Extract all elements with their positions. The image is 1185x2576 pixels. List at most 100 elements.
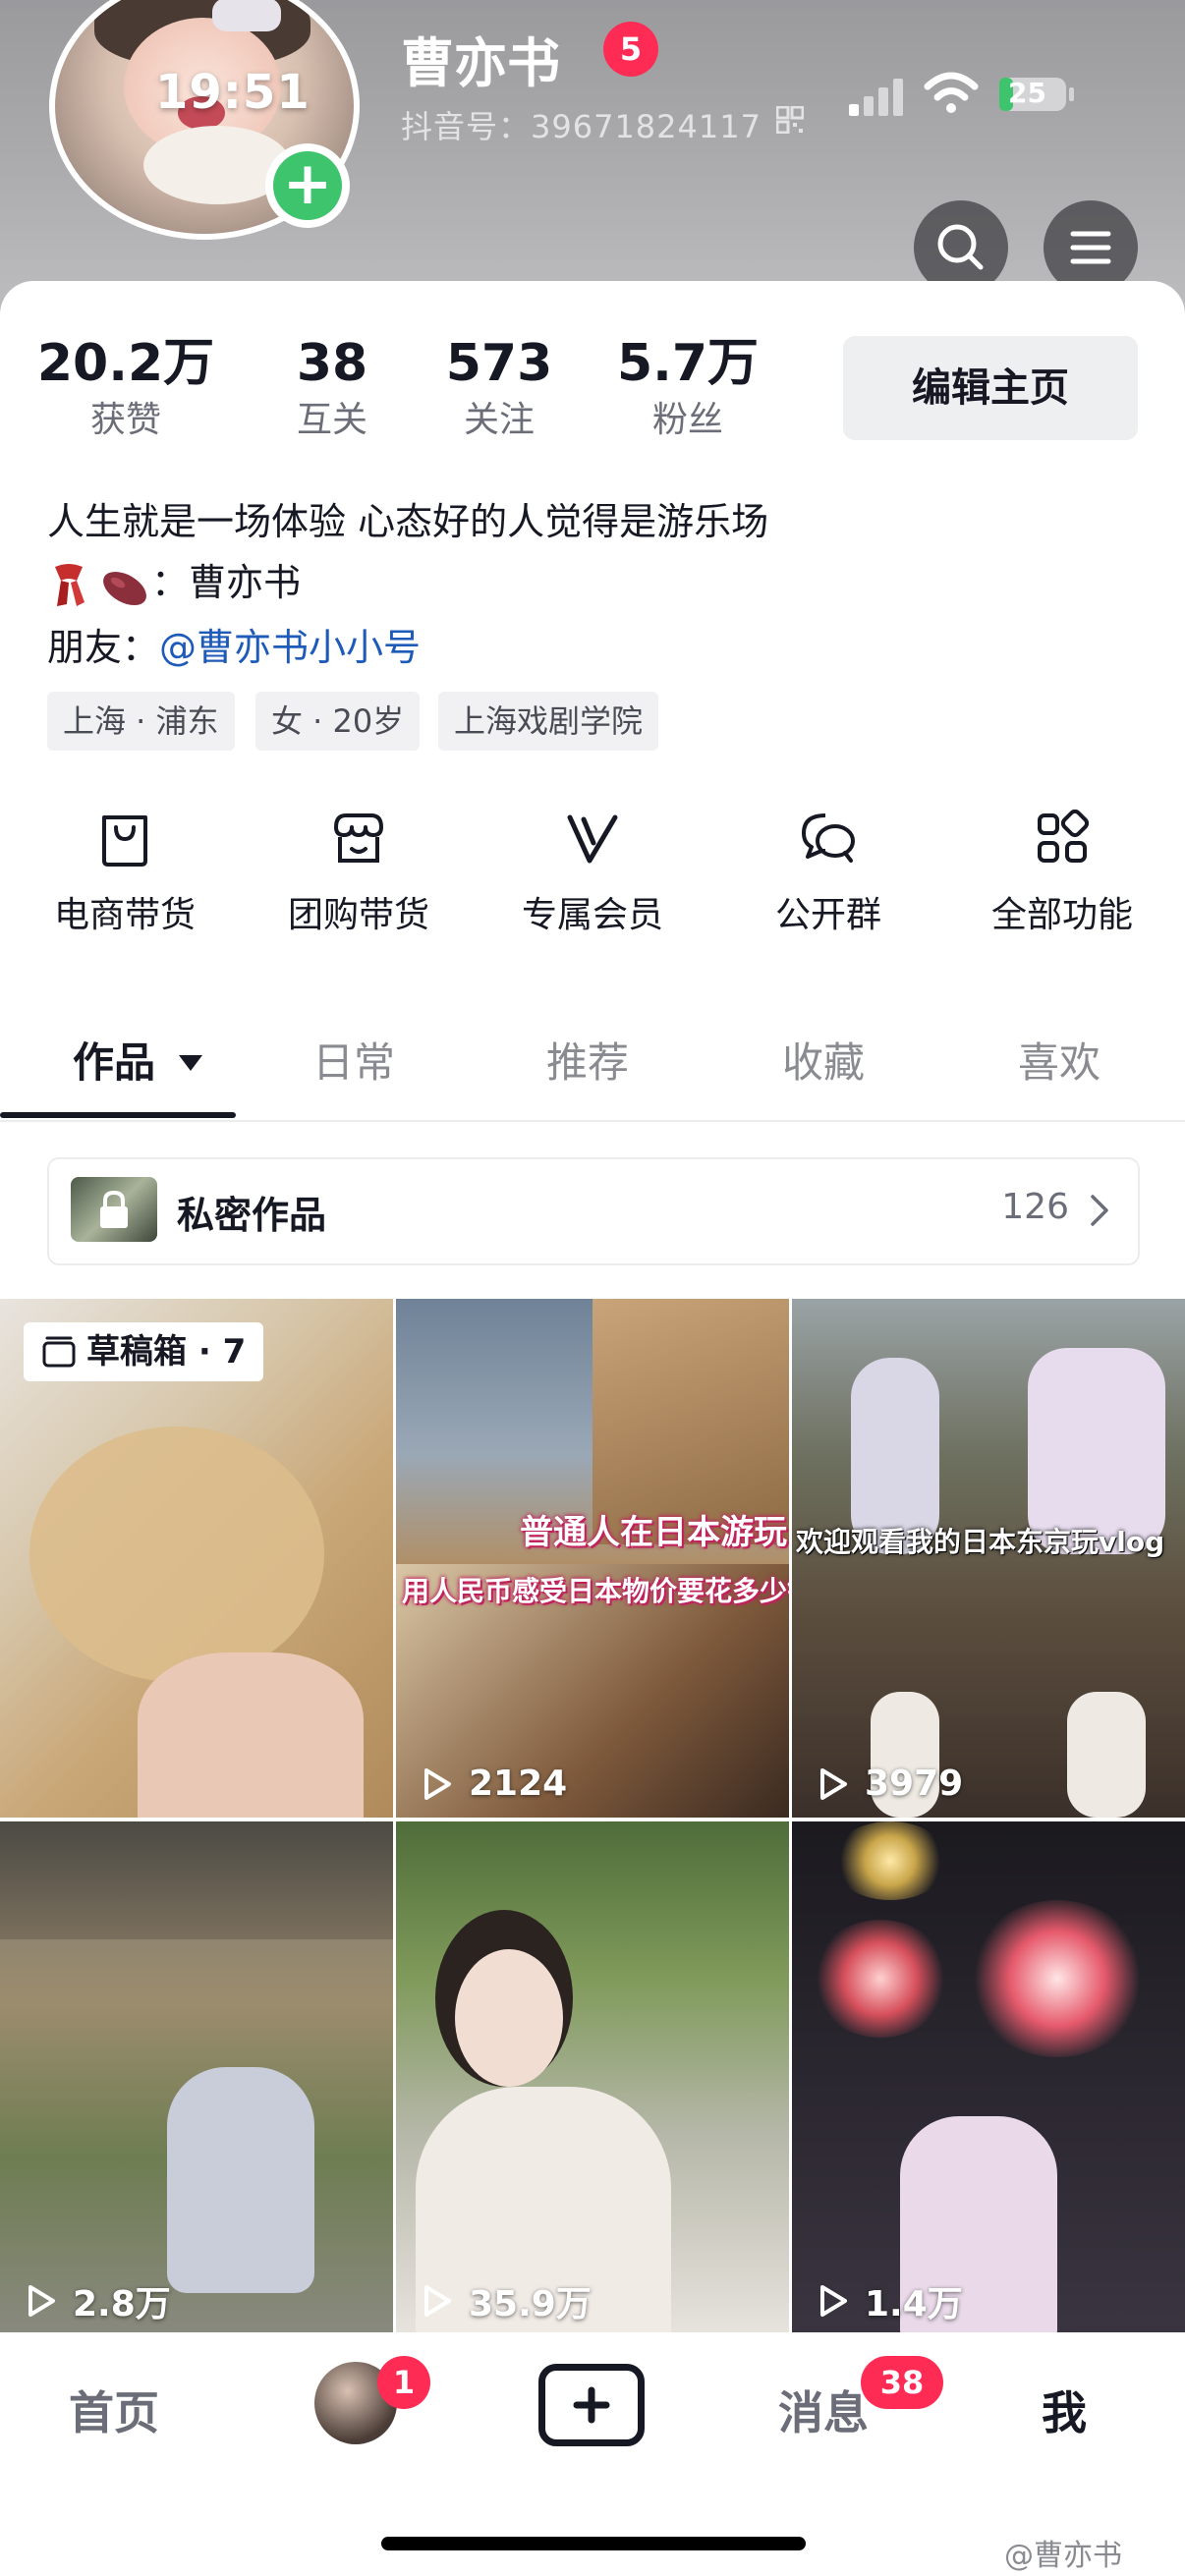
- nav-create-button[interactable]: [538, 2364, 645, 2446]
- draft-box-text: 草稿箱 · 7: [86, 1332, 247, 1372]
- stat-likes[interactable]: 20.2万 获赞: [28, 332, 224, 446]
- tag-gender-age: 女 · 20岁: [255, 692, 421, 751]
- bio-line: 人生就是一场体验 心态好的人觉得是游乐场: [47, 500, 769, 543]
- plus-icon: +: [273, 151, 342, 220]
- feature-public-group[interactable]: 公开群: [725, 806, 931, 937]
- grid-apps-icon: [1038, 809, 1090, 863]
- draft-box-label: 草稿箱 · 7: [24, 1322, 264, 1381]
- view-count: 3979: [814, 1764, 963, 1804]
- feature-label: 专属会员: [521, 895, 663, 935]
- lock-icon: [100, 1190, 128, 1228]
- view-count-text: 2124: [469, 1764, 568, 1804]
- qr-code-icon[interactable]: [776, 106, 804, 134]
- private-works-thumbnail: [71, 1177, 157, 1242]
- video-caption: 普通人在日本游玩: [520, 1513, 787, 1552]
- profile-nickname: 曹亦书: [401, 32, 560, 94]
- add-avatar-button[interactable]: +: [265, 143, 350, 228]
- tag-school[interactable]: 上海戏剧学院: [438, 692, 659, 751]
- wifi-icon: [924, 72, 979, 113]
- plus-icon: [573, 2386, 610, 2424]
- video-tile[interactable]: 2.8万: [0, 1821, 393, 2340]
- feature-group-buy[interactable]: 团购带货: [255, 806, 462, 937]
- messages-badge: 38: [861, 2356, 943, 2409]
- stat-label: 获赞: [89, 400, 161, 440]
- chat-bubbles-icon: [802, 813, 855, 863]
- stat-label: 关注: [463, 400, 535, 440]
- private-works-count: 126: [1001, 1187, 1069, 1227]
- view-count: 35.9万: [418, 2275, 592, 2326]
- play-icon: [424, 1767, 451, 1800]
- view-count-text: 3979: [865, 1764, 964, 1804]
- shopping-bag-icon: [102, 815, 147, 867]
- battery-indicator: 25: [998, 75, 1077, 114]
- stat-following[interactable]: 573 关注: [421, 332, 578, 446]
- tab-recommend[interactable]: 推荐: [546, 1030, 629, 1090]
- caret-down-icon[interactable]: [177, 1053, 204, 1073]
- private-works-row[interactable]: 私密作品 126: [47, 1157, 1140, 1265]
- scarf-emoji-icon: [55, 563, 85, 606]
- draft-box-tile[interactable]: 草稿箱 · 7: [0, 1299, 393, 1818]
- tab-favorites[interactable]: 收藏: [782, 1030, 865, 1090]
- store-icon: [334, 813, 383, 863]
- stat-value: 38: [296, 334, 368, 393]
- feature-all[interactable]: 全部功能: [959, 806, 1165, 937]
- stat-label: 互关: [296, 400, 367, 440]
- nav-home[interactable]: 首页: [69, 2378, 159, 2442]
- tab-daily[interactable]: 日常: [312, 1030, 395, 1090]
- sweet-potato-emoji-icon: [103, 571, 146, 605]
- feature-label: 电商带货: [53, 895, 196, 935]
- cellular-signal-icon: [849, 79, 903, 116]
- stat-value: 5.7万: [616, 334, 760, 393]
- friends-badge: 1: [377, 2356, 430, 2409]
- private-works-label: 私密作品: [177, 1194, 327, 1237]
- friend-account-link[interactable]: @曹亦书小小号: [159, 626, 421, 669]
- feature-ecommerce[interactable]: 电商带货: [22, 806, 228, 937]
- stat-value: 20.2万: [36, 334, 215, 393]
- feature-label: 团购带货: [287, 895, 429, 935]
- play-icon: [28, 2285, 55, 2317]
- view-count-text: 1.4万: [865, 2284, 963, 2324]
- view-count: 2.8万: [22, 2275, 171, 2326]
- feature-label: 全部功能: [990, 895, 1133, 935]
- vip-v-icon: [567, 814, 618, 864]
- notification-badge[interactable]: 5: [603, 22, 658, 77]
- draft-box-icon: [42, 1336, 76, 1368]
- chevron-right-icon: [1091, 1195, 1108, 1226]
- stat-followers[interactable]: 5.7万 粉丝: [599, 332, 776, 446]
- status-time: 19:51: [155, 65, 310, 120]
- weibo-watermark: @曹亦书: [1004, 2539, 1122, 2573]
- feature-membership[interactable]: 专属会员: [489, 806, 696, 937]
- tab-active-indicator: [0, 1112, 236, 1118]
- stat-label: 粉丝: [651, 400, 723, 440]
- feature-label: 公开群: [774, 895, 881, 935]
- view-count: 1.4万: [814, 2275, 963, 2326]
- tag-location[interactable]: 上海 · 浦东: [47, 692, 235, 751]
- douyin-id: 抖音号：39671824117: [401, 108, 762, 145]
- play-icon: [820, 2285, 847, 2317]
- tab-works[interactable]: 作品: [73, 1030, 155, 1090]
- view-count-text: 35.9万: [469, 2284, 592, 2324]
- play-icon: [424, 2285, 451, 2317]
- stat-mutual[interactable]: 38 互关: [254, 332, 411, 446]
- nav-messages[interactable]: 消息: [778, 2378, 869, 2442]
- video-tile[interactable]: 1.4万: [792, 1821, 1185, 2340]
- battery-level: 25: [1008, 77, 1046, 109]
- video-tile[interactable]: 35.9万: [396, 1821, 789, 2340]
- video-tile[interactable]: 欢迎观看我的日本东京玩vlog 3979: [792, 1299, 1185, 1818]
- tab-likes[interactable]: 喜欢: [1018, 1030, 1100, 1090]
- view-count: 2124: [418, 1764, 567, 1804]
- bio-line: 朋友：@曹亦书小小号: [47, 617, 421, 671]
- video-tile[interactable]: 普通人在日本游玩 用人民币感受日本物价要花多少钱 2124: [396, 1299, 789, 1818]
- bio-alt-account: ：曹亦书: [151, 561, 302, 604]
- friend-prefix: 朋友：: [47, 626, 160, 669]
- profile-header: 19:51 + 曹亦书 5 抖音号：39671824117 25: [0, 0, 1185, 314]
- play-icon: [820, 1767, 847, 1800]
- bio-line: ：曹亦书: [47, 552, 301, 607]
- view-count-text: 2.8万: [73, 2284, 171, 2324]
- edit-profile-button[interactable]: 编辑主页: [843, 336, 1138, 440]
- video-caption: 欢迎观看我的日本东京玩vlog: [796, 1526, 1165, 1558]
- video-caption: 用人民币感受日本物价要花多少钱: [402, 1575, 789, 1607]
- home-indicator[interactable]: [381, 2537, 806, 2550]
- stat-value: 573: [445, 334, 553, 393]
- nav-me[interactable]: 我: [1042, 2378, 1087, 2442]
